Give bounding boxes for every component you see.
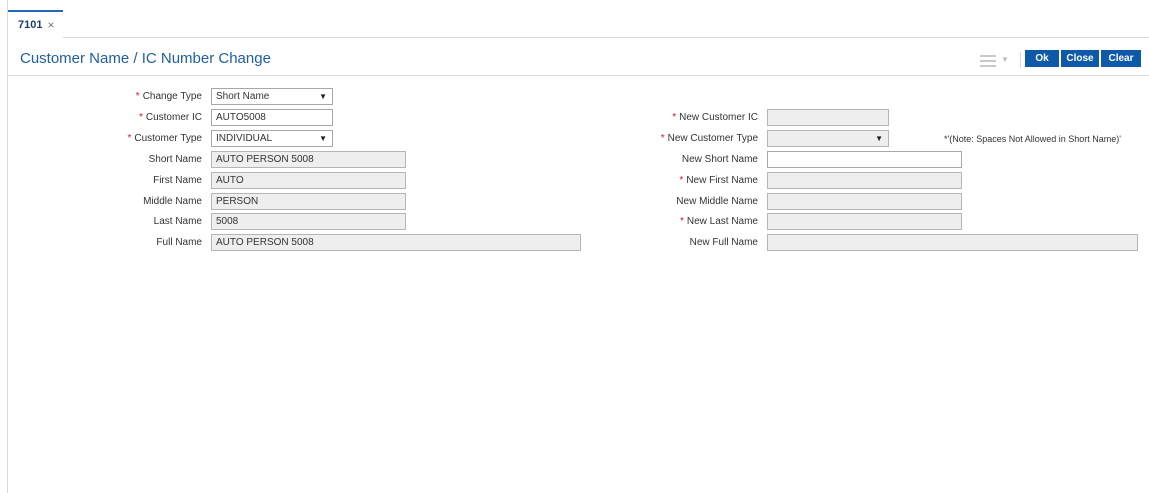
clear-button[interactable]: Clear	[1101, 50, 1141, 67]
new-full-name-input[interactable]	[767, 234, 1138, 251]
last-name-field: 5008	[211, 213, 406, 230]
short-name-label: Short Name	[148, 154, 202, 165]
page-header: Customer Name / IC Number Change ▼ Ok Cl…	[8, 38, 1149, 76]
change-type-select[interactable]: Short Name ▼	[211, 88, 333, 105]
new-first-name-label: * New First Name	[679, 175, 758, 186]
new-first-name-input[interactable]	[767, 172, 962, 189]
close-button[interactable]: Close	[1061, 50, 1099, 67]
dropdown-arrow-icon: ▼	[319, 92, 327, 101]
first-name-label: First Name	[153, 175, 202, 186]
tab-label: 7101	[18, 19, 43, 31]
new-middle-name-label: New Middle Name	[676, 196, 758, 207]
new-customer-ic-input[interactable]	[767, 109, 889, 126]
full-name-label: Full Name	[156, 237, 202, 248]
short-name-field: AUTO PERSON 5008	[211, 151, 406, 168]
new-short-name-label: New Short Name	[681, 154, 758, 165]
tab-bar: 7101 ×	[8, 0, 1149, 38]
close-icon[interactable]: ×	[47, 18, 54, 32]
dropdown-arrow-icon: ▼	[319, 134, 327, 143]
first-name-field: AUTO	[211, 172, 406, 189]
full-name-field: AUTO PERSON 5008	[211, 234, 581, 251]
chevron-down-icon[interactable]: ▼	[1001, 55, 1009, 64]
action-buttons: Ok Close Clear	[1025, 50, 1141, 67]
customer-type-select[interactable]: INDIVIDUAL ▼	[211, 130, 333, 147]
new-full-name-label: New Full Name	[689, 237, 758, 248]
tab-7101[interactable]: 7101 ×	[8, 10, 63, 38]
new-customer-type-label: * New Customer Type	[660, 133, 758, 144]
change-type-label: * Change Type	[135, 91, 202, 102]
new-customer-type-select[interactable]: ▼	[767, 130, 889, 147]
new-last-name-input[interactable]	[767, 213, 962, 230]
customer-ic-input[interactable]: AUTO5008	[211, 109, 333, 126]
new-short-name-input[interactable]	[767, 151, 962, 168]
dropdown-arrow-icon: ▼	[875, 134, 883, 143]
middle-name-label: Middle Name	[143, 196, 202, 207]
last-name-label: Last Name	[153, 216, 202, 227]
ok-button[interactable]: Ok	[1025, 50, 1059, 67]
customer-type-label: * Customer Type	[127, 133, 202, 144]
customer-ic-label: * Customer IC	[138, 112, 202, 123]
new-last-name-label: * New Last Name	[679, 216, 758, 227]
new-middle-name-input[interactable]	[767, 193, 962, 210]
middle-name-field: PERSON	[211, 193, 406, 210]
hamburger-menu-icon[interactable]	[980, 55, 996, 70]
page-title: Customer Name / IC Number Change	[20, 50, 271, 67]
short-name-note: *'(Note: Spaces Not Allowed in Short Nam…	[944, 134, 1122, 144]
toolbar-divider	[1020, 52, 1021, 68]
new-customer-ic-label: * New Customer IC	[672, 112, 758, 123]
